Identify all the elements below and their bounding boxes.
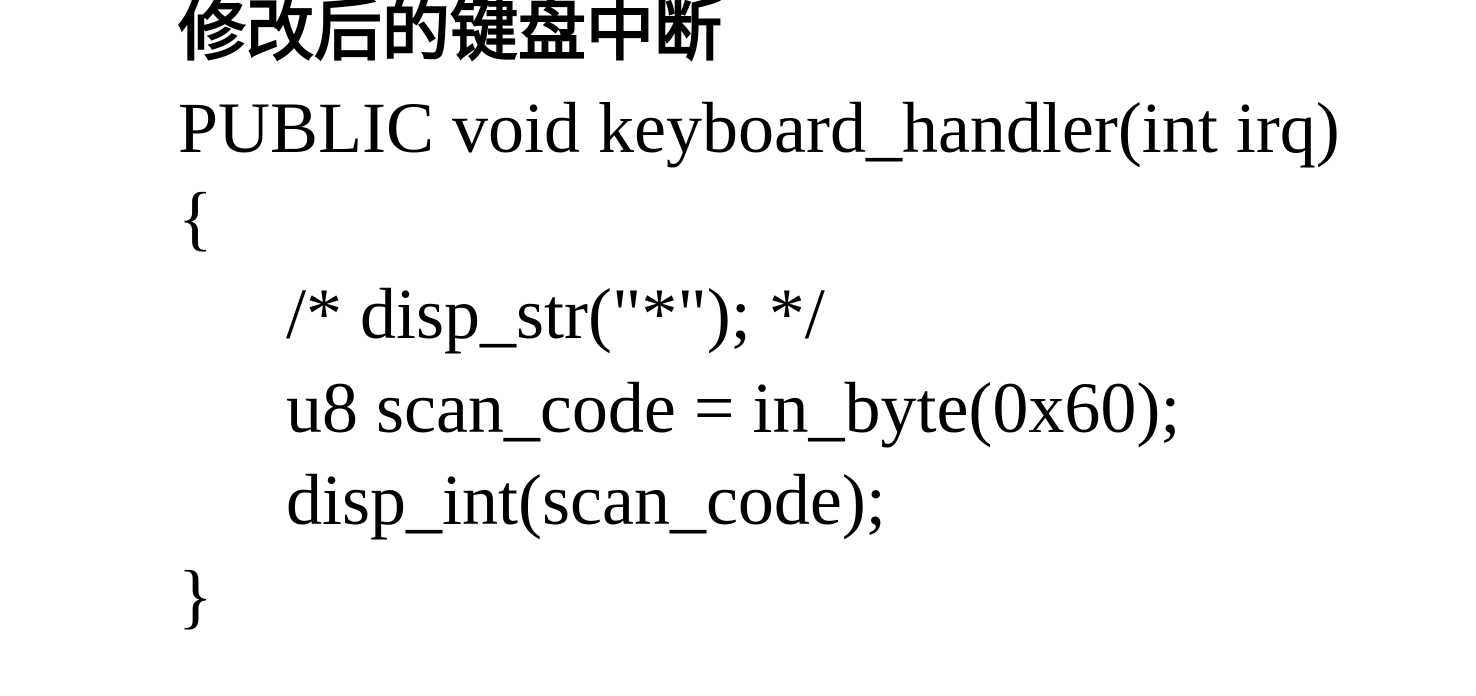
code-line-disp-int-call: disp_int(scan_code);: [286, 460, 886, 540]
slide: 修改后的键盘中断 PUBLIC void keyboard_handler(in…: [0, 0, 1476, 696]
code-line-close-brace: }: [178, 556, 213, 636]
code-line-open-brace: {: [178, 178, 213, 258]
slide-heading: 修改后的键盘中断: [178, 0, 723, 71]
code-line-scan-code-assignment: u8 scan_code = in_byte(0x60);: [286, 368, 1181, 448]
code-line-comment: /* disp_str("*"); */: [286, 274, 825, 354]
code-line-function-signature: PUBLIC void keyboard_handler(int irq): [178, 88, 1340, 168]
